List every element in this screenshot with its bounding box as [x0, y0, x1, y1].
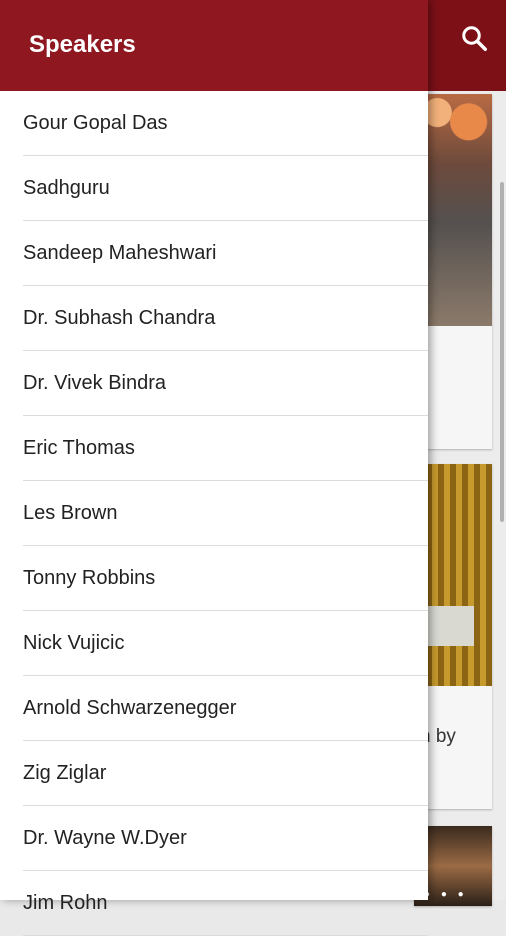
navigation-drawer: Speakers Gour Gopal Das Sadhguru Sandeep… [0, 0, 428, 936]
speaker-item-subhash-chandra[interactable]: Dr. Subhash Chandra [23, 286, 428, 351]
speaker-item-arnold-schwarzenegger[interactable]: Arnold Schwarzenegger [23, 676, 428, 741]
scrollbar[interactable] [500, 182, 504, 522]
speaker-item-eric-thomas[interactable]: Eric Thomas [23, 416, 428, 481]
search-button[interactable] [456, 20, 492, 56]
speaker-item-wayne-dyer[interactable]: Dr. Wayne W.Dyer [23, 806, 428, 871]
speaker-item-vivek-bindra[interactable]: Dr. Vivek Bindra [23, 351, 428, 416]
speaker-item-nick-vujicic[interactable]: Nick Vujicic [23, 611, 428, 676]
more-dots: ● ● ● [424, 889, 468, 900]
drawer-header: Speakers [0, 0, 428, 91]
speaker-item-gour-gopal-das[interactable]: Gour Gopal Das [23, 91, 428, 156]
drawer-title: Speakers [29, 30, 136, 58]
speaker-list: Gour Gopal Das Sadhguru Sandeep Maheshwa… [0, 91, 428, 936]
speaker-item-sandeep-maheshwari[interactable]: Sandeep Maheshwari [23, 221, 428, 286]
search-icon [462, 26, 487, 51]
speaker-item-tonny-robbins[interactable]: Tonny Robbins [23, 546, 428, 611]
speaker-item-les-brown[interactable]: Les Brown [23, 481, 428, 546]
speaker-item-jim-rohn[interactable]: Jim Rohn [23, 871, 428, 936]
speaker-item-sadhguru[interactable]: Sadhguru [23, 156, 428, 221]
speaker-item-zig-ziglar[interactable]: Zig Ziglar [23, 741, 428, 806]
